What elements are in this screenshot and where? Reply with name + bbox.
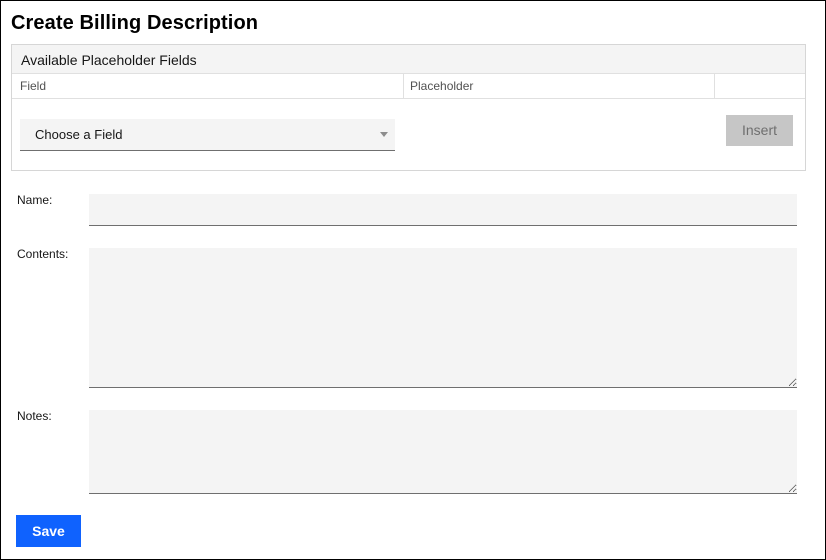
notes-label: Notes: [17, 409, 52, 423]
placeholder-panel-header: Available Placeholder Fields [12, 45, 805, 74]
field-select-dropdown[interactable]: Choose a Field [20, 119, 395, 151]
create-billing-description-form: Create Billing Description Available Pla… [0, 0, 826, 560]
placeholder-column-headers: Field Placeholder [12, 74, 805, 99]
field-select-value: Choose a Field [35, 127, 123, 142]
contents-label: Contents: [17, 247, 69, 261]
contents-textarea[interactable] [89, 248, 797, 388]
chevron-down-icon [380, 132, 388, 137]
column-header-placeholder: Placeholder [404, 74, 715, 98]
page-title: Create Billing Description [11, 12, 259, 34]
insert-button[interactable]: Insert [726, 115, 793, 146]
notes-textarea[interactable] [89, 410, 797, 494]
save-button[interactable]: Save [16, 515, 81, 547]
column-header-action [715, 74, 805, 98]
name-input[interactable] [89, 194, 797, 226]
name-label: Name: [17, 193, 53, 207]
placeholder-fields-panel: Available Placeholder Fields Field Place… [11, 44, 806, 171]
column-header-field: Field [12, 74, 404, 98]
